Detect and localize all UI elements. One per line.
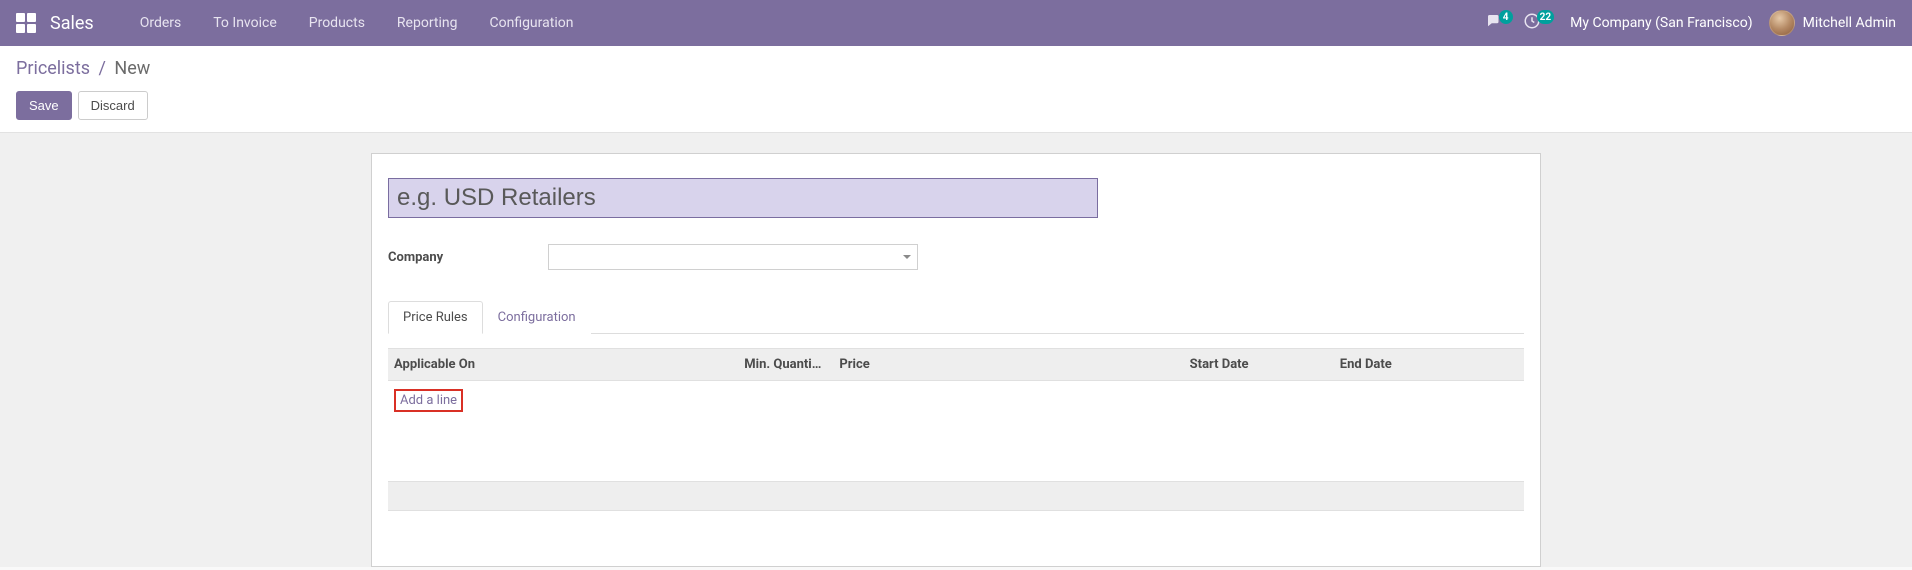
col-price[interactable]: Price	[833, 349, 1183, 381]
discard-button[interactable]: Discard	[78, 91, 148, 120]
chevron-down-icon	[903, 255, 911, 259]
user-name: Mitchell Admin	[1803, 15, 1896, 31]
nav-products[interactable]: Products	[293, 15, 381, 31]
control-panel: Pricelists / New Save Discard	[0, 46, 1912, 133]
breadcrumb-current: New	[114, 58, 150, 79]
company-select[interactable]	[548, 244, 918, 270]
activities-badge: 22	[1537, 10, 1554, 24]
messages-badge: 4	[1499, 10, 1513, 24]
nav-left: Sales Orders To Invoice Products Reporti…	[16, 13, 1485, 34]
nav-reporting[interactable]: Reporting	[381, 15, 474, 31]
add-line-label: Add a line	[400, 393, 457, 408]
col-min-quantity[interactable]: Min. Quanti…	[738, 349, 833, 381]
breadcrumb-separator: /	[99, 58, 106, 79]
app-title[interactable]: Sales	[50, 13, 94, 34]
table-header-row: Applicable On Min. Quanti… Price Start D…	[388, 349, 1524, 381]
messages-button[interactable]: 4	[1485, 12, 1513, 34]
top-navbar: Sales Orders To Invoice Products Reporti…	[0, 0, 1912, 46]
tab-configuration[interactable]: Configuration	[483, 301, 591, 334]
avatar	[1769, 10, 1795, 36]
activities-button[interactable]: 22	[1523, 12, 1554, 34]
systray-icons: 4 22	[1485, 12, 1554, 34]
col-start-date[interactable]: Start Date	[1184, 349, 1334, 381]
save-button[interactable]: Save	[16, 91, 72, 120]
add-line-button[interactable]: Add a line	[394, 389, 463, 412]
pricelist-name-input[interactable]	[388, 178, 1098, 218]
breadcrumb: Pricelists / New	[16, 58, 1896, 79]
nav-orders[interactable]: Orders	[124, 15, 198, 31]
table-row: Add a line	[388, 381, 1524, 421]
tab-price-rules[interactable]: Price Rules	[388, 301, 483, 334]
nav-right: 4 22 My Company (San Francisco) Mitchell…	[1485, 10, 1896, 36]
user-menu[interactable]: Mitchell Admin	[1769, 10, 1896, 36]
breadcrumb-parent[interactable]: Pricelists	[16, 58, 90, 79]
form-sheet: Company Price Rules Configuration Applic…	[371, 153, 1541, 567]
company-switcher[interactable]: My Company (San Francisco)	[1570, 15, 1752, 31]
company-row: Company	[388, 244, 1524, 270]
nav-configuration[interactable]: Configuration	[473, 15, 589, 31]
table-footer	[388, 481, 1524, 511]
tabs: Price Rules Configuration	[388, 300, 1524, 334]
form-area: Company Price Rules Configuration Applic…	[0, 133, 1912, 567]
table-row	[388, 420, 1524, 451]
nav-to-invoice[interactable]: To Invoice	[197, 15, 293, 31]
col-end-date[interactable]: End Date	[1334, 349, 1484, 381]
col-handle	[1484, 349, 1524, 381]
col-applicable-on[interactable]: Applicable On	[388, 349, 738, 381]
price-rules-table: Applicable On Min. Quanti… Price Start D…	[388, 348, 1524, 451]
apps-icon[interactable]	[16, 13, 36, 33]
company-label: Company	[388, 250, 548, 265]
action-buttons: Save Discard	[16, 91, 1896, 120]
